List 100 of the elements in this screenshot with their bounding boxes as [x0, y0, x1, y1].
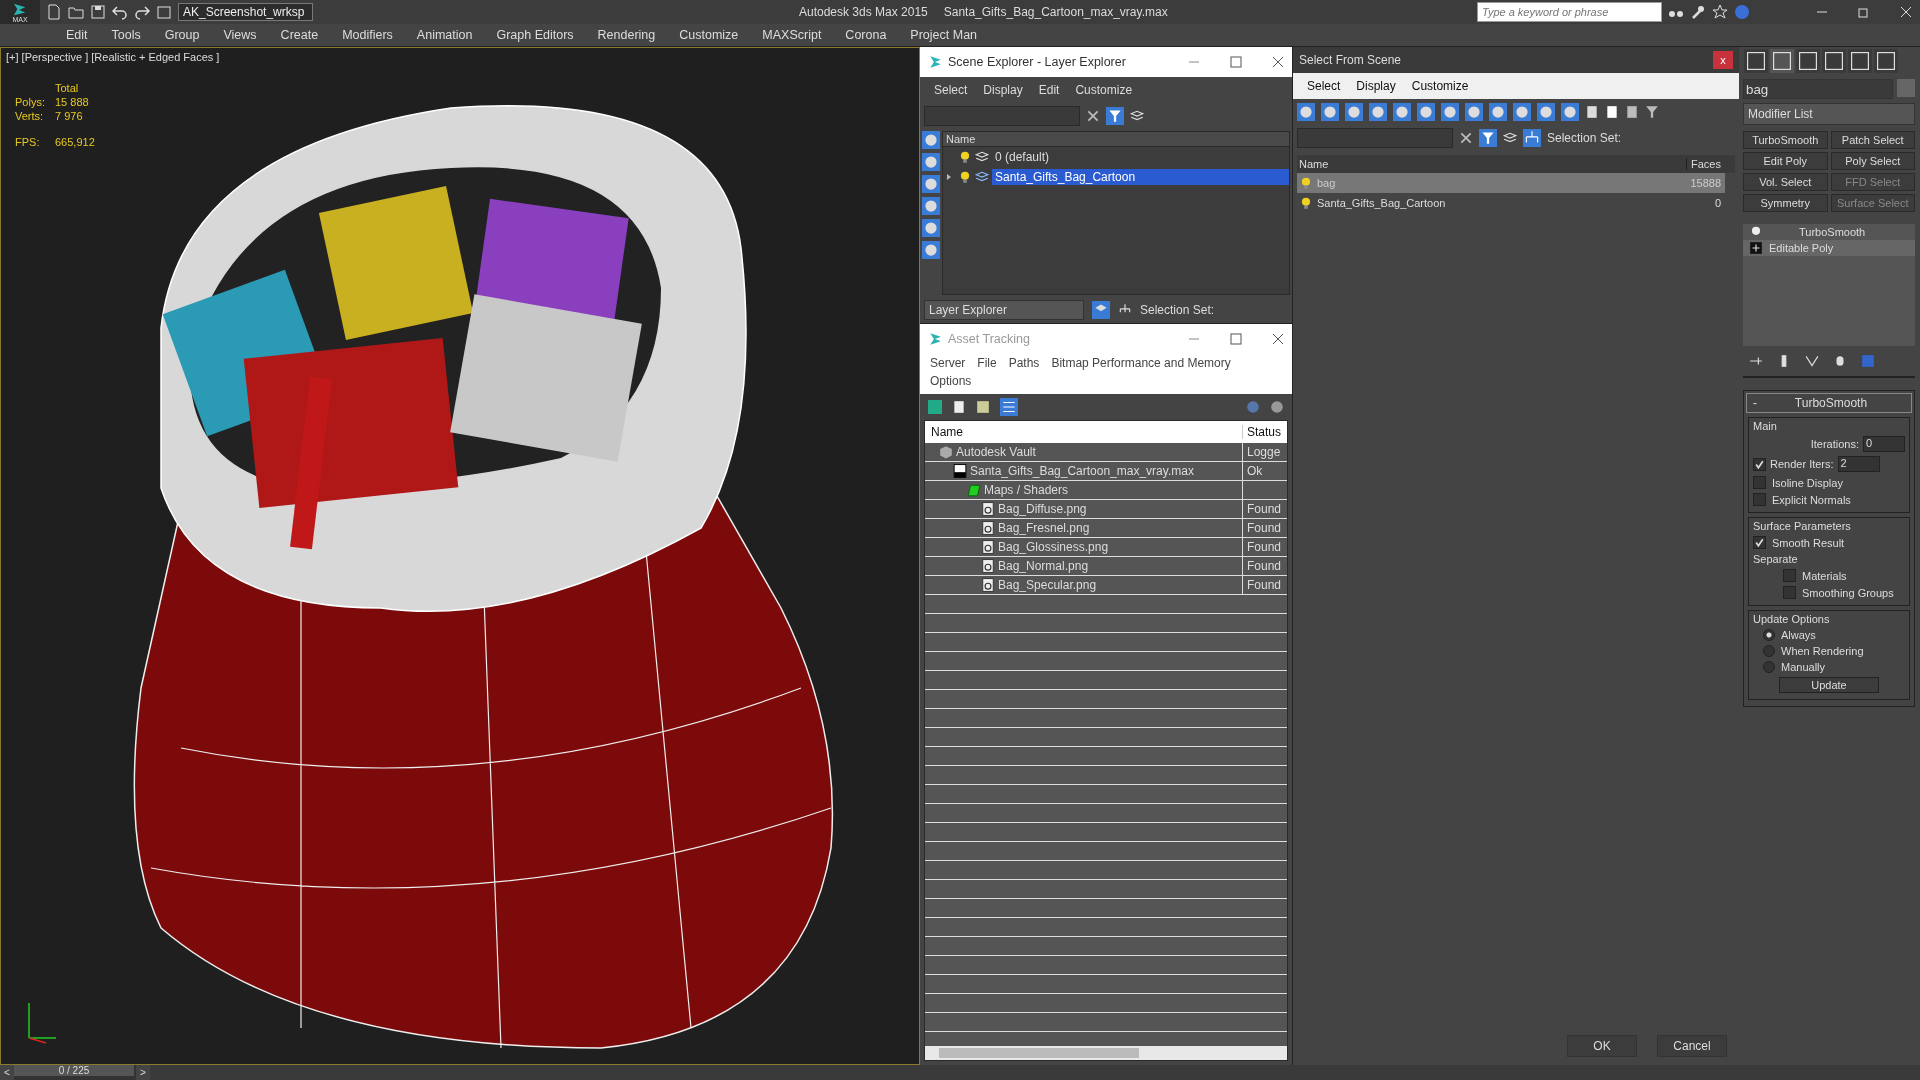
menu-item[interactable]: Display	[1348, 79, 1404, 93]
modifier-button[interactable]: Vol. Select	[1743, 173, 1828, 191]
close-icon[interactable]	[1272, 56, 1284, 68]
make-unique-icon[interactable]	[1805, 354, 1819, 368]
save-icon[interactable]	[90, 4, 106, 20]
modifier-list-dropdown[interactable]: Modifier List	[1743, 103, 1915, 125]
filter-icon[interactable]	[1479, 129, 1497, 147]
star-icon[interactable]	[1712, 4, 1728, 20]
menu-item[interactable]: Options	[924, 374, 978, 388]
checkbox[interactable]	[1753, 493, 1766, 506]
checkbox[interactable]	[1753, 536, 1766, 549]
stack-item[interactable]: TurboSmooth	[1743, 224, 1915, 240]
menu-item[interactable]: Tools	[99, 28, 153, 42]
asset-name[interactable]: Bag_Fresnel.png	[998, 521, 1090, 535]
maximize-icon[interactable]	[1230, 56, 1242, 68]
maximize-icon[interactable]	[1230, 333, 1242, 345]
lightbulb-icon[interactable]	[958, 170, 972, 184]
filter-field[interactable]	[924, 106, 1080, 126]
menu-item[interactable]: MAXScript	[750, 28, 834, 42]
menu-item[interactable]: Rendering	[585, 28, 668, 42]
column-header[interactable]: Name	[943, 132, 1289, 147]
column-header[interactable]: Name	[925, 425, 1243, 439]
radio-button[interactable]	[1763, 645, 1775, 657]
checkbox[interactable]	[1753, 457, 1766, 471]
modifier-button[interactable]: Symmetry	[1743, 194, 1828, 212]
menu-item[interactable]: Customize	[1067, 83, 1141, 97]
radio-button[interactable]	[1763, 661, 1775, 673]
dialog-button[interactable]: Cancel	[1657, 1035, 1727, 1057]
update-button[interactable]: Update	[1779, 677, 1879, 693]
menu-item[interactable]: Group	[152, 28, 212, 42]
asset-name[interactable]: Bag_Glossiness.png	[998, 540, 1109, 554]
radio-button[interactable]	[1763, 629, 1775, 641]
asset-name[interactable]: Bag_Normal.png	[998, 559, 1089, 573]
menu-item[interactable]: Customize	[1403, 79, 1477, 93]
workspace-dropdown[interactable]: AK_Screenshot_wrksp	[178, 3, 313, 21]
expand-icon[interactable]	[1749, 241, 1763, 255]
rollout-header[interactable]: - TurboSmooth	[1746, 393, 1912, 413]
checkbox[interactable]	[1753, 476, 1766, 489]
menu-item[interactable]: Corona	[833, 28, 899, 42]
previous-frame-button[interactable]: <	[0, 1065, 14, 1080]
close-icon[interactable]	[1272, 333, 1284, 345]
layer-name[interactable]: 0 (default)	[992, 149, 1053, 165]
column-header[interactable]: Name	[1297, 158, 1687, 170]
checkbox[interactable]	[1783, 569, 1796, 582]
menu-item[interactable]: Edit	[1030, 83, 1068, 97]
column-header[interactable]: Faces	[1687, 158, 1735, 170]
spinner-field[interactable]: 2	[1837, 456, 1880, 472]
object-name-field[interactable]: bag	[1743, 79, 1893, 99]
next-frame-button[interactable]: >	[136, 1065, 150, 1080]
menu-item[interactable]: Create	[268, 28, 331, 42]
dialog-button[interactable]: OK	[1567, 1035, 1637, 1057]
viewport[interactable]: [+] [Perspective ] [Realistic + Edged Faces ] Total Polys: 15 888 Verts: 7 976 FPS: 665,912	[0, 47, 920, 1065]
clear-icon[interactable]	[1086, 109, 1100, 123]
menu-item[interactable]: Select	[1299, 79, 1349, 93]
menu-item[interactable]: Customize	[667, 28, 751, 42]
menu-item[interactable]: Graph Editors	[484, 28, 586, 42]
menu-item[interactable]: Modifiers	[330, 28, 405, 42]
modifier-button[interactable]: Edit Poly	[1743, 152, 1828, 170]
modifier-button[interactable]: Patch Select	[1830, 131, 1915, 149]
expand-arrow-icon[interactable]	[945, 173, 953, 181]
layer-name[interactable]: Santa_Gifts_Bag_Cartoon	[992, 169, 1289, 185]
explorer-dropdown[interactable]: Layer Explorer	[924, 300, 1084, 320]
layers-icon[interactable]	[975, 170, 989, 184]
checkbox[interactable]	[1783, 586, 1796, 599]
menu-item[interactable]: Server	[924, 356, 972, 370]
search-field[interactable]: Type a keyword or phrase	[1477, 2, 1662, 22]
lightbulb-icon[interactable]	[958, 150, 972, 164]
menu-item[interactable]: Edit	[54, 28, 100, 42]
menu-item[interactable]: File	[971, 356, 1003, 370]
asset-name[interactable]: Bag_Specular.png	[998, 578, 1097, 592]
table-view-icon[interactable]	[1000, 398, 1018, 416]
new-file-icon[interactable]	[46, 4, 62, 20]
search-field[interactable]	[1297, 128, 1453, 148]
lightbulb-icon[interactable]	[1299, 196, 1313, 210]
filter-icon[interactable]	[1106, 107, 1124, 125]
restore-icon[interactable]	[1858, 6, 1870, 18]
stack-item[interactable]: Editable Poly	[1743, 240, 1915, 256]
time-slider-thumb[interactable]: 0 / 225	[14, 1065, 134, 1076]
clear-icon[interactable]	[1459, 131, 1473, 145]
menu-item[interactable]: Select	[926, 83, 976, 97]
undo-icon[interactable]	[112, 4, 128, 20]
viewport-label[interactable]: [+] [Perspective ] [Realistic + Edged Faces ]	[6, 51, 220, 63]
column-header[interactable]: Status	[1243, 425, 1287, 439]
menu-item[interactable]: Views	[211, 28, 269, 42]
menu-item[interactable]: Display	[975, 83, 1031, 97]
layers-icon[interactable]	[975, 150, 989, 164]
spinner-field[interactable]: 0	[1863, 436, 1905, 452]
time-slider-track[interactable]: 0 / 225	[14, 1065, 136, 1080]
color-swatch[interactable]	[1897, 79, 1915, 97]
menu-item[interactable]: Paths	[1002, 356, 1046, 370]
asset-name[interactable]: Bag_Diffuse.png	[998, 502, 1087, 516]
modifier-button[interactable]: TurboSmooth	[1743, 131, 1828, 149]
menu-item[interactable]: Bitmap Performance and Memory	[1045, 356, 1237, 370]
layers-icon[interactable]	[1503, 131, 1517, 145]
asset-name[interactable]: Maps / Shaders	[984, 483, 1069, 497]
modifier-button[interactable]: Poly Select	[1830, 152, 1915, 170]
asset-name[interactable]: Autodesk Vault	[956, 445, 1036, 459]
redo-icon[interactable]	[134, 4, 150, 20]
menu-item[interactable]: Animation	[404, 28, 485, 42]
filter-icon[interactable]	[1645, 105, 1659, 119]
